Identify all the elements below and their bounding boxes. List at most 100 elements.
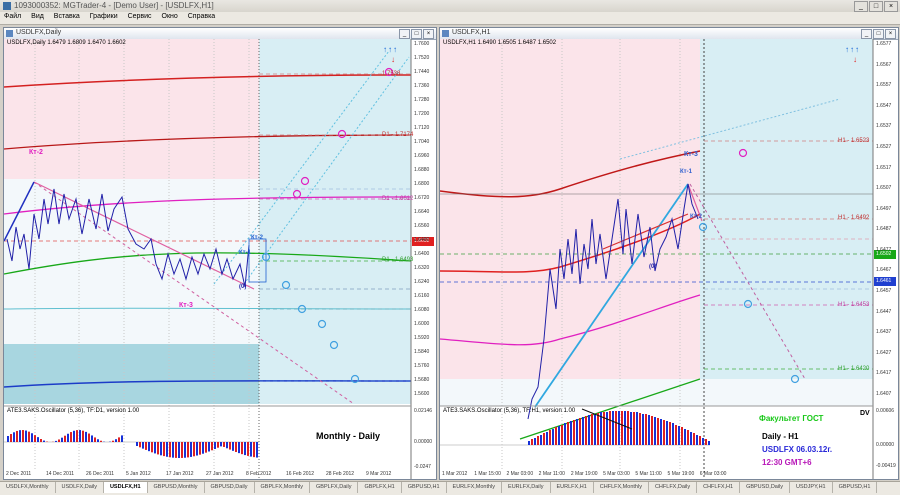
oscillator-bar xyxy=(546,432,548,445)
left-level-2: D1 - 1.7174 xyxy=(382,132,413,138)
price-tick-label: 1.6477 xyxy=(876,247,891,253)
tab-gbpusd-daily[interactable]: GBPUSD,Daily xyxy=(205,482,255,493)
app-title: 1093000352: MGTrader-4 - [Demo User] - [… xyxy=(14,1,214,10)
price-tick-label: 1.7040 xyxy=(414,139,429,145)
right-level-4: H1 - 1.6420 xyxy=(838,366,869,372)
tab-chflfx-monthly[interactable]: CHFLFX,Monthly xyxy=(594,482,649,493)
oscillator-bar xyxy=(232,442,234,451)
oscillator-bar xyxy=(675,425,677,445)
oscillator-bar xyxy=(549,430,551,445)
tab-chflfx-h1[interactable]: CHFLFX,H1 xyxy=(697,482,740,493)
oscillator-bar xyxy=(534,438,536,445)
chart-window-usdlfx-daily[interactable]: USDLFX,Daily _ □ × xyxy=(3,27,437,480)
close-button[interactable]: × xyxy=(884,1,898,12)
oscillator-bar xyxy=(199,442,201,455)
oscillator-bar xyxy=(708,441,710,445)
maximize-button[interactable]: □ xyxy=(869,1,883,12)
tab-gbpusd-h1[interactable]: GBPUSD,H1 xyxy=(833,482,878,493)
oscillator-bar xyxy=(654,417,656,445)
oscillator-bar xyxy=(214,442,216,449)
tab-gbpusd-daily[interactable]: GBPUSD,Daily xyxy=(740,482,790,493)
oscillator-bar xyxy=(61,438,63,442)
chart-close-button[interactable]: × xyxy=(423,29,434,39)
chart-close-button[interactable]: × xyxy=(885,29,896,39)
tab-gbplfx-monthly[interactable]: GBPLFX,Monthly xyxy=(255,482,311,493)
left-level-1: 1.7538 xyxy=(382,71,400,77)
chart-plot-area[interactable]: USDLFX,H1 1.6490 1.6505 1.6487 1.6502 Кт… xyxy=(440,39,898,479)
tab-gbplfx-h1[interactable]: GBPLFX,H1 xyxy=(358,482,401,493)
oscillator-bar xyxy=(181,442,183,458)
oscillator-bar xyxy=(196,442,198,456)
price-tick-label: 1.7280 xyxy=(414,97,429,103)
tab-usdlfx-daily[interactable]: USDLFX,Daily xyxy=(56,482,104,493)
price-tick-label: 1.6537 xyxy=(876,123,891,129)
tab-usdjpy-h1[interactable]: USDJPY,H1 xyxy=(790,482,833,493)
menu-charts[interactable]: Графики xyxy=(86,12,122,21)
tab-gbplfx-daily[interactable]: GBPLFX,Daily xyxy=(310,482,358,493)
oscillator-bar xyxy=(115,439,117,442)
oscillator-bar xyxy=(160,442,162,455)
price-tick-label: 1.6080 xyxy=(414,307,429,313)
tab-eurlfx-h1[interactable]: EURLFX,H1 xyxy=(551,482,594,493)
menu-view[interactable]: Вид xyxy=(27,12,48,21)
menu-file[interactable]: Файл xyxy=(0,12,25,21)
oscillator-bar xyxy=(211,442,213,450)
chart-icon xyxy=(442,30,449,37)
oscillator-bar xyxy=(594,414,596,445)
oscillator-bar xyxy=(121,435,123,442)
left-osc-tick-top: 0.02146 xyxy=(414,408,432,414)
right-osc-tick-top: 0.00606 xyxy=(876,408,894,414)
oscillator-bar xyxy=(624,411,626,445)
oscillator-bar xyxy=(558,426,560,445)
tab-usdlfx-h1[interactable]: USDLFX,H1 xyxy=(104,482,148,493)
left-label-kt1: Кт-1 xyxy=(239,250,251,256)
menu-help[interactable]: Справка xyxy=(184,12,219,21)
tab-eurlfx-daily[interactable]: EURLFX,Daily xyxy=(502,482,550,493)
chart-plot-area[interactable]: USDLFX,Daily 1.6479 1.6809 1.6470 1.6602… xyxy=(4,39,436,479)
tab-usdlfx-monthly[interactable]: USDLFX,Monthly xyxy=(0,482,56,493)
down-arrow-icon: ↓ xyxy=(391,55,395,64)
oscillator-bar xyxy=(22,430,24,442)
left-label-kt2b: Кт-2 xyxy=(251,235,263,241)
oscillator-bar xyxy=(564,423,566,445)
oscillator-bar xyxy=(537,436,539,445)
chart-maximize-button[interactable]: □ xyxy=(411,29,422,39)
tab-gbpusd-monthly[interactable]: GBPUSD,Monthly xyxy=(148,482,205,493)
oscillator-bar xyxy=(651,416,653,445)
chart-minimize-button[interactable]: _ xyxy=(861,29,872,39)
right-caption-symbol: USDLFX 06.03.12г. xyxy=(762,445,832,454)
menu-insert[interactable]: Вставка xyxy=(50,12,84,21)
right-level-1: H1 - 1.6523 xyxy=(838,138,869,144)
chart-minimize-button[interactable]: _ xyxy=(399,29,410,39)
price-tick-label: 1.7600 xyxy=(414,41,429,47)
right-level-2: H1 - 1.6492 xyxy=(838,215,869,221)
price-tick-label: 1.6487 xyxy=(876,226,891,232)
price-tick-label: 1.6800 xyxy=(414,181,429,187)
left-osc-tick-zero: 0.00000 xyxy=(414,439,432,445)
minimize-button[interactable]: _ xyxy=(854,1,868,12)
menu-tools[interactable]: Сервис xyxy=(124,12,156,21)
price-tick-label: 1.5760 xyxy=(414,363,429,369)
right-caption-timeframe: Daily - H1 xyxy=(762,432,798,441)
tab-eurlfx-monthly[interactable]: EURLFX,Monthly xyxy=(447,482,503,493)
oscillator-bar xyxy=(202,442,204,454)
oscillator-bar xyxy=(684,429,686,445)
right-caption-faculty: Факультет ГОСТ xyxy=(759,414,823,423)
price-tick-label: 1.6447 xyxy=(876,309,891,315)
tab-chflfx-daily[interactable]: CHFLFX,Daily xyxy=(649,482,697,493)
oscillator-bar xyxy=(7,436,9,442)
oscillator-bar xyxy=(702,438,704,445)
menu-window[interactable]: Окно xyxy=(158,12,182,21)
chart-maximize-button[interactable]: □ xyxy=(873,29,884,39)
oscillator-bar xyxy=(190,442,192,457)
oscillator-bar xyxy=(208,442,210,451)
right-osc-tick-zero: 0.00000 xyxy=(876,442,894,448)
time-tick-label: 27 Jan 2012 xyxy=(206,471,234,477)
left-level-3: D1 - 1.6612 xyxy=(382,196,413,202)
price-tick-label: 1.6577 xyxy=(876,41,891,47)
chart-window-usdlfx-h1[interactable]: USDLFX,H1 _ □ × xyxy=(439,27,899,480)
tab-gbpusd-h1[interactable]: GBPUSD,H1 xyxy=(402,482,447,493)
oscillator-bar xyxy=(10,434,12,442)
oscillator-bar xyxy=(618,411,620,445)
price-tick-label: 1.6640 xyxy=(414,209,429,215)
